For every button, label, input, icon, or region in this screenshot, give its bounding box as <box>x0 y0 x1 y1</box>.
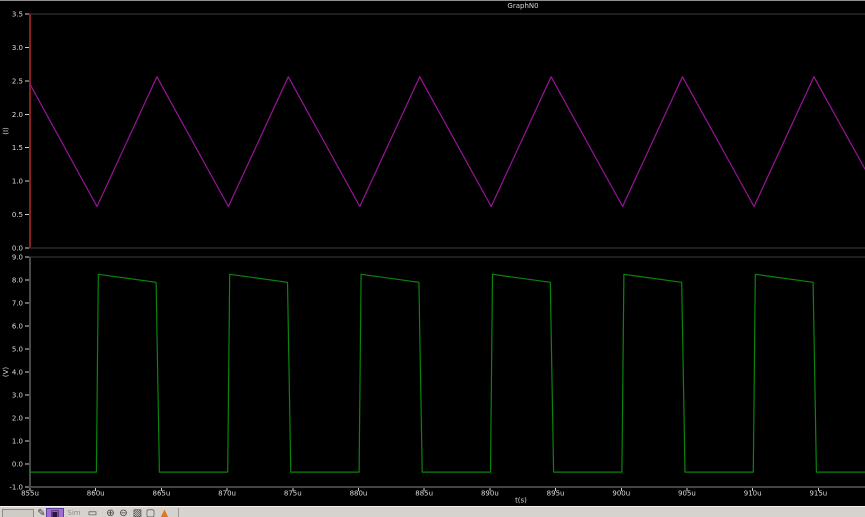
panel-bottom-x-axis-label: t(s) <box>515 497 527 505</box>
panel-top-y-axis-label: (I) <box>2 127 10 135</box>
bottom-toolbar: ✎ ▣ Sim ▭ ⊕ ⊖ ▧ ▢ ▲ <box>0 506 865 517</box>
panel-top-y-tick-label: 1.0 <box>12 178 23 186</box>
panel-bottom-x-tick-label: 910u <box>744 490 762 498</box>
panel-bottom-x-tick-label: 865u <box>152 490 170 498</box>
warning-icon[interactable]: ▲ <box>158 508 171 517</box>
panel-bottom-y-tick-label: 7.0 <box>12 300 23 308</box>
panel-top-y-tick-label: 0.0 <box>12 245 23 253</box>
panel-bottom-x-tick-label: 880u <box>350 490 368 498</box>
panel-bottom-x-tick-label: 855u <box>21 490 39 498</box>
panel-bottom-y-axis-label: (V) <box>2 367 10 378</box>
graph-window: GraphN0 0.0 0.5 1.0 1.5 2.0 2.5 3.0 3.5 (I) -1.0 0… <box>0 0 865 517</box>
panel-bottom-x-tick-label: 915u <box>809 490 827 498</box>
panel-top-y-tick-label: 3.5 <box>12 11 23 19</box>
triangle-wave-trace <box>29 76 865 208</box>
panel-bottom-y-tick-label: 6.0 <box>12 323 23 331</box>
plot-area[interactable]: 0.00.51.01.52.02.53.03.5(I)-1.00.01.02.0… <box>0 0 865 506</box>
panel-bottom-y-tick-label: 0.0 <box>12 461 23 469</box>
panel-bottom-y-tick-label: 4.0 <box>12 369 23 377</box>
status-box <box>2 509 34 517</box>
fit-view-icon[interactable]: ▢ <box>144 508 157 517</box>
panel-bottom-x-tick-label: 895u <box>547 490 565 498</box>
toolbar-separator <box>178 508 179 517</box>
panel-bottom-y-tick-label: 2.0 <box>12 415 23 423</box>
panel-bottom-y-tick-label: 3.0 <box>12 392 23 400</box>
panel-top-y-tick-label: 0.5 <box>12 211 23 219</box>
panel-bottom-x-tick-label: 870u <box>218 490 236 498</box>
panel-top-y-tick-label: 2.5 <box>12 77 23 85</box>
toolbar-label: Sim <box>67 509 81 517</box>
panel-bottom-y-tick-label: 9.0 <box>12 254 23 262</box>
zoom-region-icon[interactable]: ▧ <box>131 508 144 517</box>
panel-bottom-y-tick-label: 5.0 <box>12 346 23 354</box>
panel-bottom-x-tick-label: 900u <box>612 490 630 498</box>
square-wave-trace <box>30 273 865 473</box>
panel-bottom-y-tick-label: 8.0 <box>12 277 23 285</box>
zoom-in-icon[interactable]: ⊕ <box>104 508 117 517</box>
panel-bottom-x-tick-label: 905u <box>678 490 696 498</box>
display-icon[interactable]: ▭ <box>86 508 99 517</box>
panel-bottom-y-tick-label: 1.0 <box>12 438 23 446</box>
panel-bottom-x-tick-label: 875u <box>284 490 302 498</box>
panel-bottom-x-tick-label: 890u <box>481 490 499 498</box>
panel-top-y-tick-label: 2.0 <box>12 111 23 119</box>
selected-tool-button[interactable]: ▣ <box>46 508 64 517</box>
panel-top-y-tick-label: 3.0 <box>12 44 23 52</box>
panel-top-y-tick-label: 1.5 <box>12 144 23 152</box>
selected-tool-icon: ▣ <box>50 509 60 517</box>
zoom-out-icon[interactable]: ⊖ <box>117 508 130 517</box>
panel-bottom-x-tick-label: 860u <box>87 490 105 498</box>
panel-bottom-x-tick-label: 885u <box>415 490 433 498</box>
